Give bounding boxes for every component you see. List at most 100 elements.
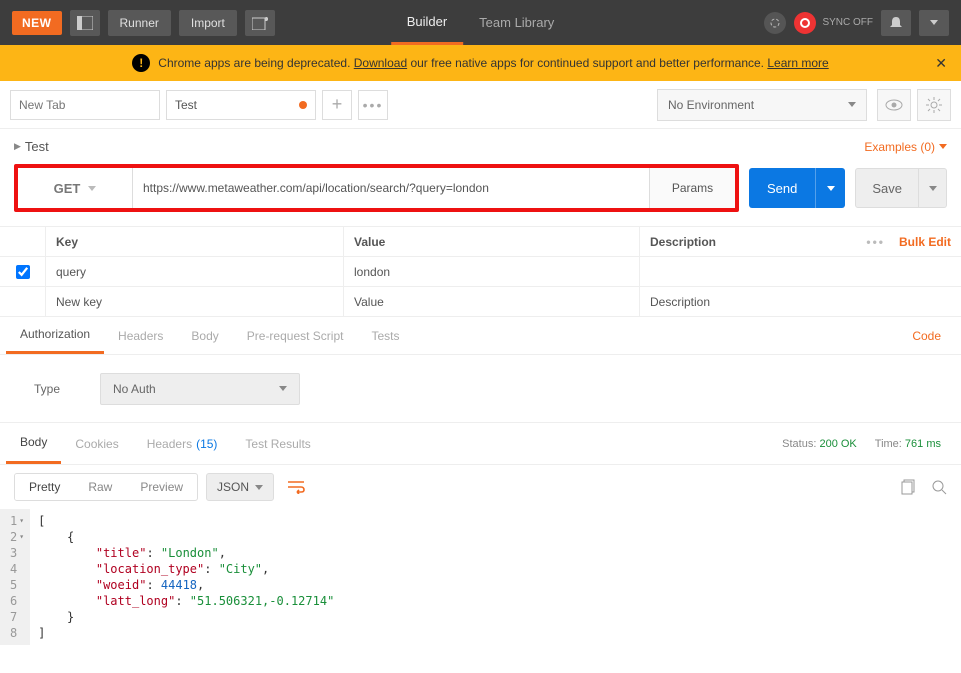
response-json-code[interactable]: [ { "title": "London", "location_type": … bbox=[30, 509, 342, 645]
save-button[interactable]: Save bbox=[855, 168, 919, 208]
tab-options-button[interactable]: ••• bbox=[358, 90, 388, 120]
import-button[interactable]: Import bbox=[179, 10, 237, 36]
send-button[interactable]: Send bbox=[749, 168, 815, 208]
params-table: Key Value Description ••• Bulk Edit quer… bbox=[0, 226, 961, 317]
examples-dropdown[interactable]: Examples (0) bbox=[864, 140, 947, 154]
url-input[interactable] bbox=[133, 168, 649, 208]
notifications-icon[interactable] bbox=[881, 10, 911, 36]
examples-label: Examples (0) bbox=[864, 140, 935, 154]
format-select[interactable]: JSON bbox=[206, 473, 274, 501]
send-dropdown[interactable] bbox=[815, 168, 845, 208]
nav-team-library[interactable]: Team Library bbox=[463, 0, 570, 45]
params-header-row: Key Value Description ••• Bulk Edit bbox=[0, 227, 961, 257]
save-button-group: Save bbox=[855, 168, 947, 208]
runner-button[interactable]: Runner bbox=[108, 10, 171, 36]
cloud-sync-icon[interactable] bbox=[764, 12, 786, 34]
new-tab-input[interactable] bbox=[10, 90, 160, 120]
param-desc-input[interactable]: Description bbox=[640, 287, 961, 316]
col-options-icon[interactable]: ••• bbox=[866, 235, 885, 249]
environment-label: No Environment bbox=[668, 98, 754, 112]
param-value-cell[interactable]: london bbox=[344, 257, 640, 286]
resp-tab-headers[interactable]: Headers(15) bbox=[133, 423, 232, 464]
sync-off-icon bbox=[794, 12, 816, 34]
request-tab[interactable]: Test bbox=[166, 90, 316, 120]
format-value: JSON bbox=[217, 480, 249, 494]
time-value: 761 ms bbox=[905, 438, 941, 450]
code-link[interactable]: Code bbox=[912, 329, 955, 343]
url-bar-row: GET Params Send Save bbox=[0, 164, 961, 212]
tabs-env-row: Test + ••• No Environment bbox=[0, 81, 961, 129]
col-desc: Description ••• Bulk Edit bbox=[640, 227, 961, 256]
unsaved-dot-icon bbox=[299, 101, 307, 109]
learn-more-link[interactable]: Learn more bbox=[767, 56, 828, 70]
tab-prerequest[interactable]: Pre-request Script bbox=[233, 317, 358, 354]
param-value-input[interactable]: Value bbox=[344, 287, 640, 316]
request-section-tabs: Authorization Headers Body Pre-request S… bbox=[0, 317, 961, 355]
main-nav: Builder Team Library bbox=[391, 0, 571, 45]
close-icon[interactable]: ✕ bbox=[935, 55, 947, 72]
new-button[interactable]: NEW bbox=[12, 11, 62, 35]
response-tabs: Body Cookies Headers(15) Test Results St… bbox=[0, 423, 961, 465]
sync-label: SYNC OFF bbox=[822, 17, 873, 28]
line-gutter: 1▾ 2▾ 3▾ 4▾ 5▾ 6▾ 7▾ 8▾ bbox=[0, 509, 30, 645]
response-toolbar: Pretty Raw Preview JSON bbox=[0, 465, 961, 509]
resp-tab-tests[interactable]: Test Results bbox=[231, 423, 324, 464]
status-value: 200 OK bbox=[819, 438, 856, 450]
send-button-group: Send bbox=[749, 168, 845, 208]
auth-type-value: No Auth bbox=[113, 382, 156, 396]
top-toolbar: NEW Runner Import Builder Team Library S… bbox=[0, 0, 961, 45]
view-mode-segment: Pretty Raw Preview bbox=[14, 473, 198, 501]
param-key-input[interactable]: New key bbox=[46, 287, 344, 316]
auth-type-select[interactable]: No Auth bbox=[100, 373, 300, 405]
param-key-cell[interactable]: query bbox=[46, 257, 344, 286]
breadcrumb-name: Test bbox=[25, 139, 49, 154]
col-key: Key bbox=[46, 227, 344, 256]
param-enable-checkbox[interactable] bbox=[16, 265, 30, 279]
response-body: 1▾ 2▾ 3▾ 4▾ 5▾ 6▾ 7▾ 8▾ [ { "title": "Lo… bbox=[0, 509, 961, 657]
banner-text-pre: Chrome apps are being deprecated. bbox=[158, 56, 353, 70]
request-header-row: ▶ Test Examples (0) bbox=[0, 129, 961, 164]
request-tab-label: Test bbox=[175, 98, 197, 112]
nav-builder[interactable]: Builder bbox=[391, 0, 463, 45]
chevron-right-icon: ▶ bbox=[14, 141, 21, 152]
authorization-panel: Type No Auth bbox=[0, 355, 961, 423]
view-pretty[interactable]: Pretty bbox=[15, 474, 74, 500]
tab-body[interactable]: Body bbox=[177, 317, 232, 354]
environment-settings-icon[interactable] bbox=[917, 89, 951, 121]
wrap-lines-icon[interactable] bbox=[282, 473, 310, 501]
headers-count: (15) bbox=[196, 437, 217, 451]
user-menu-dropdown[interactable] bbox=[919, 10, 949, 36]
http-method-select[interactable]: GET bbox=[18, 168, 133, 208]
col-value: Value bbox=[344, 227, 640, 256]
breadcrumb[interactable]: ▶ Test bbox=[14, 139, 49, 154]
download-link[interactable]: Download bbox=[354, 56, 407, 70]
sidebar-toggle-icon[interactable] bbox=[70, 10, 100, 36]
http-method-label: GET bbox=[54, 181, 81, 196]
new-window-icon[interactable] bbox=[245, 10, 275, 36]
environment-select[interactable]: No Environment bbox=[657, 89, 867, 121]
view-raw[interactable]: Raw bbox=[74, 474, 126, 500]
resp-tab-cookies[interactable]: Cookies bbox=[61, 423, 132, 464]
url-bar: GET Params bbox=[14, 164, 739, 212]
status-label: Status: bbox=[782, 438, 816, 450]
sync-status[interactable]: SYNC OFF bbox=[794, 12, 873, 34]
save-dropdown[interactable] bbox=[919, 168, 947, 208]
tab-headers[interactable]: Headers bbox=[104, 317, 177, 354]
bulk-edit-link[interactable]: Bulk Edit bbox=[899, 235, 951, 249]
response-meta: Status: 200 OK Time: 761 ms bbox=[782, 438, 955, 450]
table-row: query london bbox=[0, 257, 961, 287]
copy-response-icon[interactable] bbox=[901, 479, 917, 495]
tab-authorization[interactable]: Authorization bbox=[6, 317, 104, 354]
environment-quicklook-icon[interactable] bbox=[877, 89, 911, 121]
resp-tab-body[interactable]: Body bbox=[6, 423, 61, 464]
banner-text-mid: our free native apps for continued suppo… bbox=[407, 56, 767, 70]
auth-type-label: Type bbox=[26, 382, 60, 396]
param-desc-cell[interactable] bbox=[640, 257, 961, 286]
params-button[interactable]: Params bbox=[649, 168, 735, 208]
add-tab-button[interactable]: + bbox=[322, 90, 352, 120]
view-preview[interactable]: Preview bbox=[126, 474, 197, 500]
time-label: Time: bbox=[875, 438, 902, 450]
search-response-icon[interactable] bbox=[931, 479, 947, 495]
warning-icon: ! bbox=[132, 54, 150, 72]
tab-tests[interactable]: Tests bbox=[357, 317, 413, 354]
